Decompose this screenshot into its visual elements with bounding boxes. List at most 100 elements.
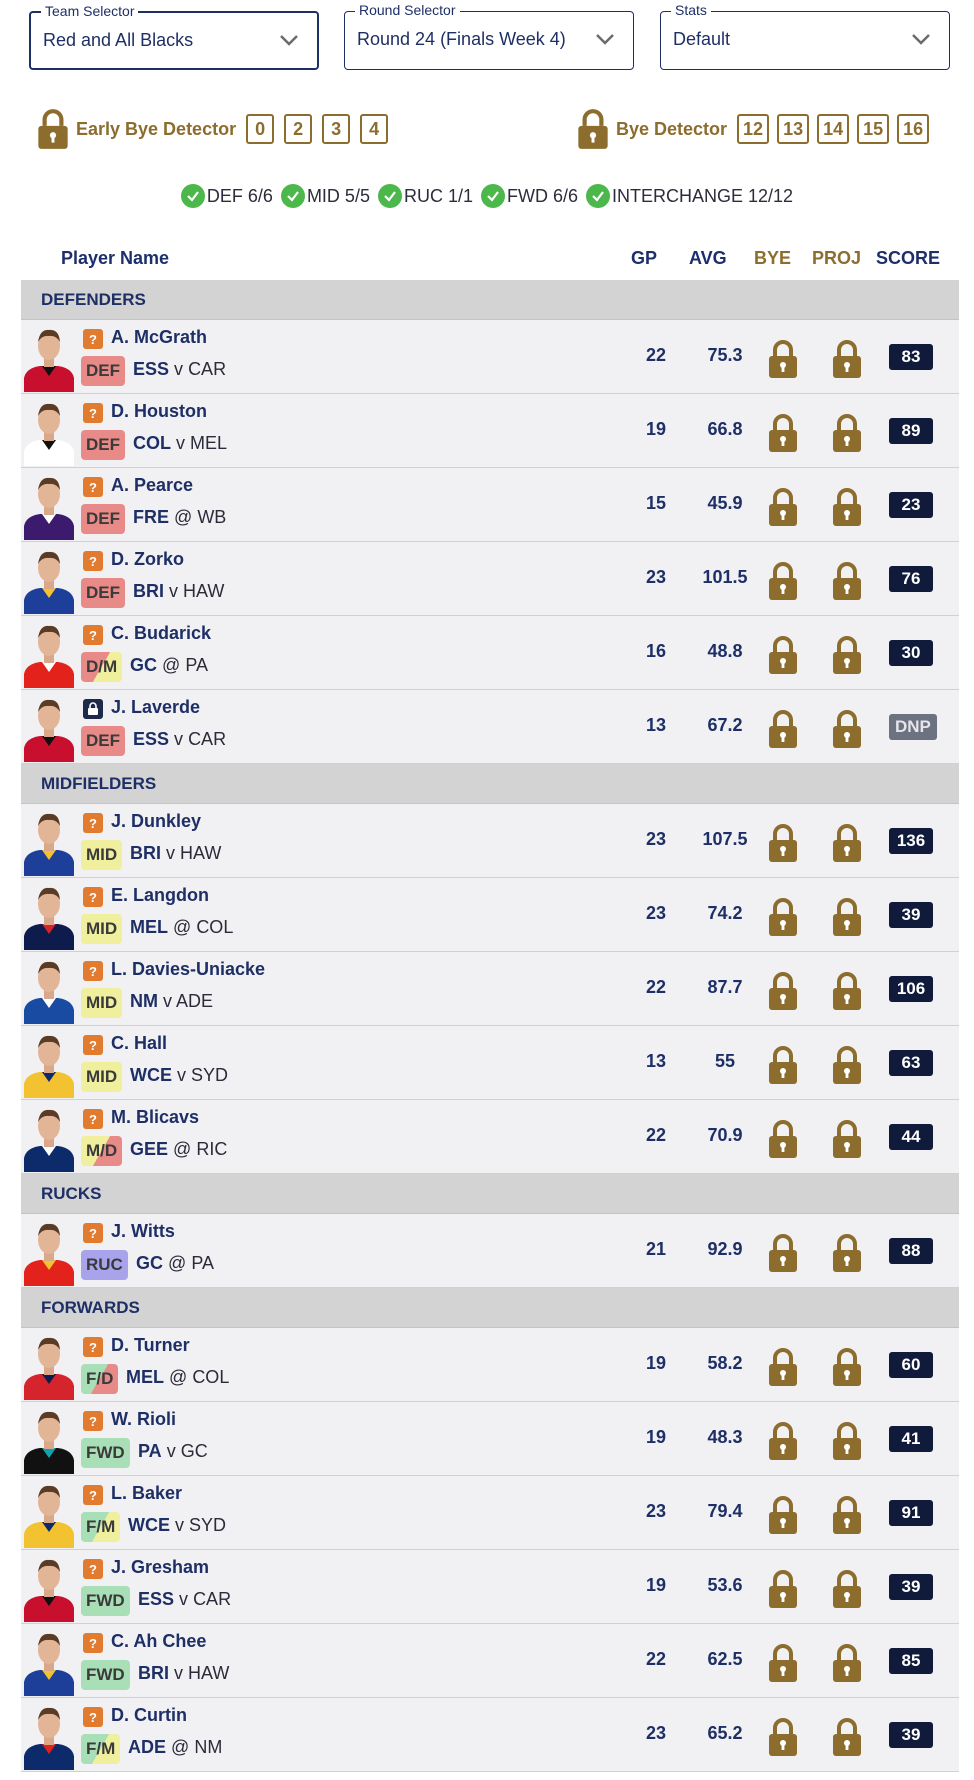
games-played: 23 bbox=[645, 567, 667, 587]
player-name[interactable]: E. Langdon bbox=[111, 885, 209, 906]
header-avg[interactable]: AVG bbox=[689, 248, 727, 269]
player-name[interactable]: D. Houston bbox=[111, 401, 207, 422]
fixture-separator: v bbox=[179, 1589, 189, 1609]
fixture-team: FRE bbox=[133, 507, 169, 527]
player-name[interactable]: W. Rioli bbox=[111, 1409, 176, 1430]
player-row[interactable]: ? D. Turner F/D MEL @ COL 19 58.2 60 bbox=[21, 1328, 959, 1402]
player-row[interactable]: ? D. Curtin F/M ADE @ NM 23 65.2 39 bbox=[21, 1698, 959, 1772]
lock-icon bbox=[831, 560, 863, 602]
player-row[interactable]: ? J. Witts RUC GC @ PA 21 92.9 88 bbox=[21, 1214, 959, 1288]
question-status-icon[interactable]: ? bbox=[83, 1223, 103, 1243]
question-status-icon[interactable]: ? bbox=[83, 1633, 103, 1653]
early-bye-round-box[interactable]: 2 bbox=[284, 114, 313, 144]
player-row[interactable]: ? C. Hall MID WCE v SYD 13 55 63 bbox=[21, 1026, 959, 1100]
bye-round-box[interactable]: 15 bbox=[857, 114, 890, 144]
question-status-icon[interactable]: ? bbox=[83, 1485, 103, 1505]
player-row[interactable]: ? L. Baker F/M WCE v SYD 23 79.4 91 bbox=[21, 1476, 959, 1550]
stats-selector[interactable]: Stats Default bbox=[660, 2, 950, 70]
header-player-name[interactable]: Player Name bbox=[61, 248, 169, 269]
team-selector[interactable]: Team Selector Red and All Blacks bbox=[29, 3, 319, 70]
question-status-icon[interactable]: ? bbox=[83, 961, 103, 981]
player-name[interactable]: C. Budarick bbox=[111, 623, 211, 644]
player-avatar bbox=[22, 546, 76, 614]
player-row[interactable]: ? J. Dunkley MID BRI v HAW 23 107.5 136 bbox=[21, 804, 959, 878]
player-row[interactable]: ? A. Pearce DEF FRE @ WB 15 45.9 23 bbox=[21, 468, 959, 542]
early-bye-round-box[interactable]: 3 bbox=[322, 114, 351, 144]
header-proj[interactable]: PROJ bbox=[812, 248, 861, 269]
bye-round-box[interactable]: 13 bbox=[777, 114, 810, 144]
question-status-icon[interactable]: ? bbox=[83, 1411, 103, 1431]
average: 45.9 bbox=[707, 493, 743, 513]
early-bye-round-box[interactable]: 4 bbox=[360, 114, 389, 144]
lock-icon bbox=[767, 1044, 799, 1086]
player-name[interactable]: D. Turner bbox=[111, 1335, 190, 1356]
player-row[interactable]: ? E. Langdon MID MEL @ COL 23 74.2 39 bbox=[21, 878, 959, 952]
games-played: 19 bbox=[645, 1353, 667, 1373]
player-row[interactable]: ? J. Gresham FWD ESS v CAR 19 53.6 39 bbox=[21, 1550, 959, 1624]
player-name[interactable]: D. Zorko bbox=[111, 549, 184, 570]
player-name[interactable]: A. Pearce bbox=[111, 475, 193, 496]
question-status-icon[interactable]: ? bbox=[83, 1109, 103, 1129]
question-status-icon[interactable]: ? bbox=[83, 329, 103, 349]
position-badge: MID bbox=[81, 988, 123, 1018]
player-name[interactable]: J. Gresham bbox=[111, 1557, 209, 1578]
lock-icon bbox=[831, 1642, 863, 1684]
question-status-icon[interactable]: ? bbox=[83, 551, 103, 571]
fixture-separator: v bbox=[175, 1515, 185, 1535]
question-status-icon[interactable]: ? bbox=[83, 1707, 103, 1727]
early-bye-round-box[interactable]: 0 bbox=[246, 114, 275, 144]
team-selector-label: Team Selector bbox=[41, 3, 139, 19]
question-status-icon[interactable]: ? bbox=[83, 1559, 103, 1579]
player-name[interactable]: A. McGrath bbox=[111, 327, 207, 348]
player-name[interactable]: L. Baker bbox=[111, 1483, 182, 1504]
lock-icon bbox=[831, 970, 863, 1012]
player-row[interactable]: ? L. Davies-Uniacke MID NM v ADE 22 87.7 106 bbox=[21, 952, 959, 1026]
player-name[interactable]: C. Hall bbox=[111, 1033, 167, 1054]
bye-round-box[interactable]: 12 bbox=[737, 114, 770, 144]
question-status-icon[interactable]: ? bbox=[83, 625, 103, 645]
player-row[interactable]: ? C. Ah Chee FWD BRI v HAW 22 62.5 85 bbox=[21, 1624, 959, 1698]
player-row[interactable]: ? C. Budarick D/M GC @ PA 16 48.8 30 bbox=[21, 616, 959, 690]
lock-status-icon[interactable] bbox=[83, 699, 103, 719]
header-score[interactable]: SCORE bbox=[876, 248, 940, 269]
player-row[interactable]: ? W. Rioli FWD PA v GC 19 48.3 41 bbox=[21, 1402, 959, 1476]
player-row[interactable]: ? A. McGrath DEF ESS v CAR 22 75.3 83 bbox=[21, 320, 959, 394]
player-name[interactable]: L. Davies-Uniacke bbox=[111, 959, 265, 980]
lock-icon bbox=[831, 822, 863, 864]
player-row[interactable]: J. Laverde DEF ESS v CAR 13 67.2 DNP bbox=[21, 690, 959, 764]
summary-text: DEF 6/6 bbox=[206, 185, 273, 206]
check-icon bbox=[377, 184, 402, 208]
question-status-icon[interactable]: ? bbox=[83, 477, 103, 497]
player-avatar bbox=[22, 956, 76, 1024]
player-avatar bbox=[22, 472, 76, 540]
position-badge: MID bbox=[81, 914, 123, 944]
player-row[interactable]: ? D. Houston DEF COL v MEL 19 66.8 89 bbox=[21, 394, 959, 468]
player-name[interactable]: M. Blicavs bbox=[111, 1107, 199, 1128]
games-played: 21 bbox=[645, 1239, 667, 1259]
question-status-icon[interactable]: ? bbox=[83, 1035, 103, 1055]
question-status-icon[interactable]: ? bbox=[83, 887, 103, 907]
question-status-icon[interactable]: ? bbox=[83, 1337, 103, 1357]
player-name[interactable]: J. Witts bbox=[111, 1221, 175, 1242]
fixture-team: ADE bbox=[128, 1737, 167, 1757]
header-gp[interactable]: GP bbox=[631, 248, 657, 269]
player-name[interactable]: D. Curtin bbox=[111, 1705, 187, 1726]
chevron-down-icon bbox=[596, 34, 614, 45]
bye-round-box[interactable]: 14 bbox=[817, 114, 850, 144]
fixture: WCE v SYD bbox=[128, 1515, 226, 1536]
bye-round-box[interactable]: 16 bbox=[897, 114, 930, 144]
lock-icon bbox=[831, 1044, 863, 1086]
lock-icon bbox=[578, 109, 608, 149]
lock-icon bbox=[831, 1232, 863, 1274]
question-status-icon[interactable]: ? bbox=[83, 813, 103, 833]
lock-icon bbox=[767, 1346, 799, 1388]
player-name[interactable]: J. Laverde bbox=[111, 697, 200, 718]
check-icon bbox=[586, 184, 611, 208]
player-name[interactable]: C. Ah Chee bbox=[111, 1631, 206, 1652]
player-row[interactable]: ? D. Zorko DEF BRI v HAW 23 101.5 76 bbox=[21, 542, 959, 616]
player-row[interactable]: ? M. Blicavs M/D GEE @ RIC 22 70.9 44 bbox=[21, 1100, 959, 1174]
question-status-icon[interactable]: ? bbox=[83, 403, 103, 423]
round-selector[interactable]: Round Selector Round 24 (Finals Week 4) bbox=[344, 2, 634, 70]
header-bye[interactable]: BYE bbox=[754, 248, 791, 269]
player-name[interactable]: J. Dunkley bbox=[111, 811, 201, 832]
